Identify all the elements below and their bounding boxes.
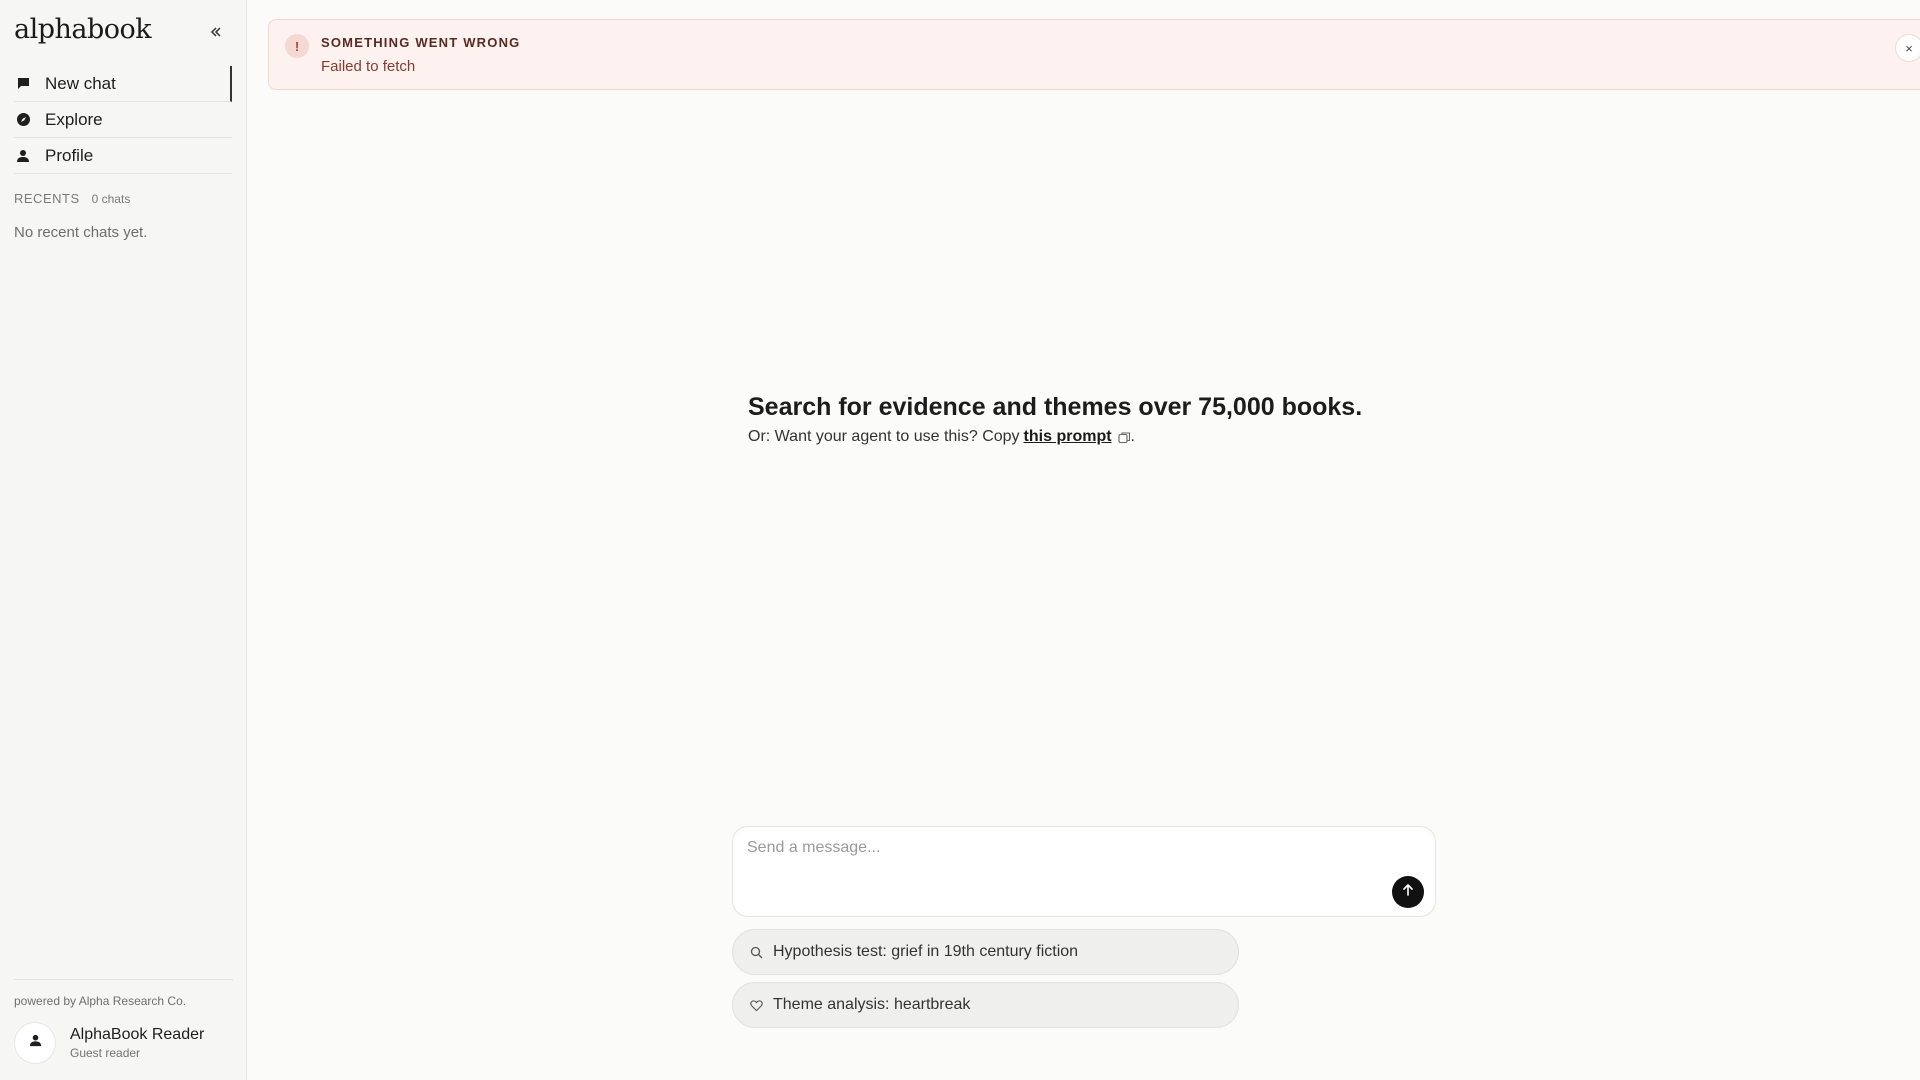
search-icon (749, 945, 763, 959)
person-icon (15, 148, 31, 164)
hero-subtitle-text: Or: Want your agent to use this? Copy (748, 428, 1020, 445)
sidebar-item-explore[interactable]: Explore (14, 102, 232, 138)
close-banner-button[interactable]: × (1895, 34, 1920, 62)
sidebar: alphabook New chat Explore Profile RECEN… (0, 0, 247, 1080)
brand-logo[interactable]: alphabook (14, 14, 152, 45)
recents-empty-text: No recent chats yet. (14, 224, 148, 241)
page-title: Search for evidence and themes over 75,0… (748, 393, 1363, 421)
close-icon: × (1905, 40, 1913, 56)
user-name: AlphaBook Reader (70, 1026, 205, 1043)
sidebar-item-new-chat[interactable]: New chat (14, 66, 232, 102)
error-banner: ! SOMETHING WENT WRONG Failed to fetch × (268, 19, 1920, 90)
heart-icon (749, 998, 763, 1012)
sidebar-nav: New chat Explore Profile (14, 66, 232, 174)
recents-header: RECENTS 0 chats (14, 191, 130, 206)
hero-subtitle-suffix: . (1130, 428, 1135, 445)
suggestion-label: Hypothesis test: grief in 19th century f… (773, 943, 1079, 960)
powered-by-text: powered by Alpha Research Co. (14, 979, 233, 1008)
recents-count: 0 chats (91, 192, 131, 206)
avatar (14, 1022, 56, 1064)
copy-icon[interactable] (1117, 431, 1131, 444)
collapse-sidebar-button[interactable] (204, 22, 228, 46)
compass-icon (15, 112, 31, 128)
user-profile[interactable]: AlphaBook Reader Guest reader (14, 1022, 204, 1064)
sidebar-item-label: Explore (45, 109, 103, 129)
error-title: SOMETHING WENT WRONG (321, 35, 521, 50)
sidebar-item-label: Profile (45, 145, 94, 165)
user-role: Guest reader (70, 1046, 141, 1060)
chat-bubble-icon (15, 76, 31, 92)
app-root: alphabook New chat Explore Profile RECEN… (0, 0, 1920, 1080)
hero-subtitle: Or: Want your agent to use this? Copy th… (748, 428, 1135, 446)
alert-icon: ! (285, 34, 309, 58)
double-chevron-left-icon (209, 25, 223, 44)
recents-title: RECENTS (14, 191, 80, 206)
arrow-up-icon (1401, 883, 1415, 902)
error-message: Failed to fetch (321, 58, 416, 75)
suggestion-label: Theme analysis: heartbreak (773, 996, 971, 1013)
message-input[interactable] (747, 839, 1387, 879)
suggestion-chip-theme[interactable]: Theme analysis: heartbreak (732, 982, 1239, 1028)
send-button[interactable] (1392, 876, 1424, 908)
message-composer (732, 826, 1436, 917)
sidebar-item-label: New chat (45, 73, 116, 93)
suggestion-chip-hypothesis[interactable]: Hypothesis test: grief in 19th century f… (732, 929, 1239, 975)
sidebar-item-profile[interactable]: Profile (14, 138, 232, 174)
person-icon (29, 1034, 42, 1052)
copy-prompt-link[interactable]: this prompt (1024, 428, 1112, 446)
